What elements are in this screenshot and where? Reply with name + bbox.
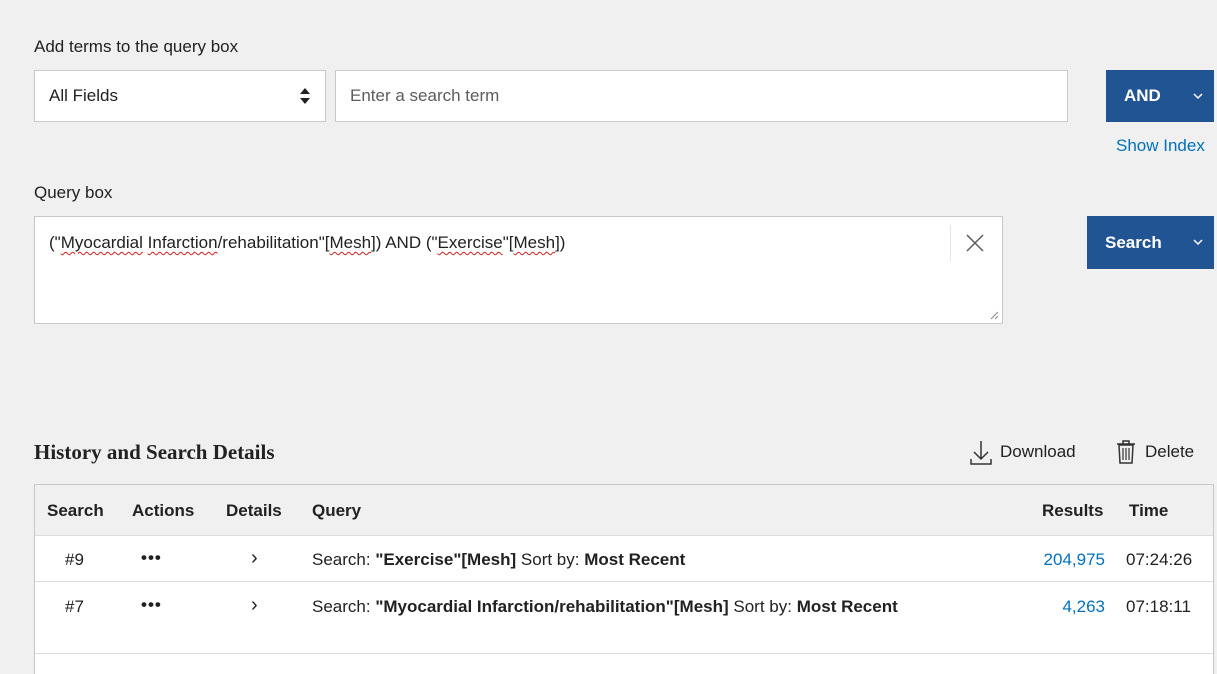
col-query: Query xyxy=(312,501,362,520)
search-button-label: Search xyxy=(1105,232,1162,252)
and-button-label: AND xyxy=(1124,86,1161,105)
row-query: Search: "Exercise"[Mesh] Sort by: Most R… xyxy=(312,550,686,569)
download-icon xyxy=(970,441,992,465)
download-button[interactable]: Download xyxy=(968,437,1076,467)
field-select-value: All Fields xyxy=(49,86,118,105)
delete-label: Delete xyxy=(1145,442,1195,461)
history-table: Search Actions Details Query Results Tim… xyxy=(34,484,1214,674)
col-details: Details xyxy=(226,501,282,520)
and-button[interactable]: AND xyxy=(1106,70,1214,122)
show-index-link[interactable]: Show Index xyxy=(1116,136,1205,156)
row-query: Search: "Myocardial Infarction/rehabilit… xyxy=(312,597,898,616)
sort-updown-icon xyxy=(300,88,310,104)
history-title: History and Search Details xyxy=(34,440,275,464)
details-expand-button[interactable]: › xyxy=(251,594,258,617)
row-search-number: #7 xyxy=(65,597,84,616)
add-terms-label: Add terms to the query box xyxy=(34,37,239,56)
row-results-link[interactable]: 4,263 xyxy=(1015,597,1105,617)
table-row xyxy=(35,653,1213,674)
query-box-label: Query box xyxy=(34,183,113,202)
actions-menu-button[interactable]: ••• xyxy=(141,548,162,568)
query-text[interactable]: ("Myocardial Infarction/rehabilitation"[… xyxy=(49,233,565,253)
resize-grip-icon[interactable] xyxy=(989,310,999,320)
details-expand-button[interactable]: › xyxy=(251,547,258,570)
row-results-link[interactable]: 204,975 xyxy=(1015,550,1105,570)
clear-query-icon[interactable] xyxy=(965,233,985,253)
download-label: Download xyxy=(1000,442,1076,461)
query-box[interactable]: ("Myocardial Infarction/rehabilitation"[… xyxy=(34,216,1003,324)
delete-button[interactable]: Delete xyxy=(1115,437,1194,467)
field-select[interactable]: All Fields xyxy=(34,70,326,122)
clear-separator xyxy=(950,225,951,261)
search-button[interactable]: Search xyxy=(1087,216,1214,269)
col-search[interactable]: Search xyxy=(47,501,104,521)
trash-icon xyxy=(1117,440,1135,464)
row-time: 07:24:26 xyxy=(1126,550,1193,569)
row-search-number: #9 xyxy=(65,550,84,569)
search-term-input[interactable] xyxy=(335,70,1068,122)
col-results: Results xyxy=(1042,501,1104,520)
col-actions: Actions xyxy=(132,501,195,520)
table-row: #7 ••• › Search: "Myocardial Infarction/… xyxy=(35,581,1213,653)
row-time: 07:18:11 xyxy=(1126,597,1191,616)
col-time: Time xyxy=(1129,501,1169,520)
actions-menu-button[interactable]: ••• xyxy=(141,595,162,615)
chevron-down-icon xyxy=(1193,239,1203,246)
history-table-header: Search Actions Details Query Results Tim… xyxy=(35,485,1213,535)
table-row: #9 ••• › Search: "Exercise"[Mesh] Sort b… xyxy=(35,535,1213,581)
chevron-down-icon xyxy=(1193,93,1203,100)
